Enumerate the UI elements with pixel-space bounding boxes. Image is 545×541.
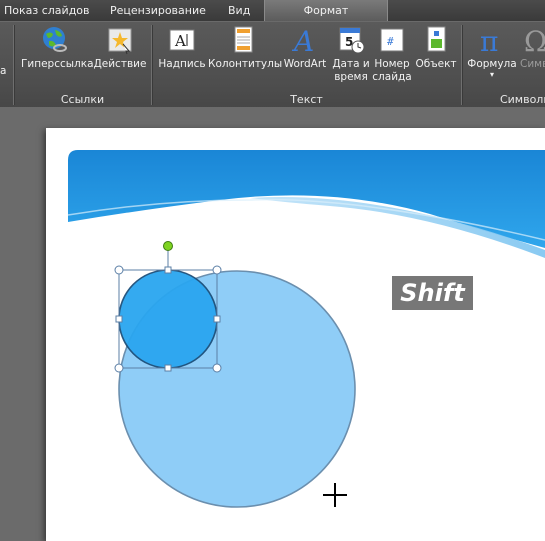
resize-handle[interactable] (114, 265, 124, 275)
resize-handle[interactable] (164, 266, 172, 274)
slide-banner (67, 150, 545, 258)
resize-handle[interactable] (164, 364, 172, 372)
shift-key-hint: Shift (392, 276, 473, 310)
resize-handle[interactable] (213, 315, 221, 323)
resize-handle[interactable] (114, 363, 124, 373)
rotation-handle[interactable] (163, 241, 173, 251)
resize-handle[interactable] (212, 363, 222, 373)
slide-drawing-layer (67, 150, 545, 508)
resize-handle[interactable] (115, 315, 123, 323)
crosshair-cursor-icon (323, 483, 347, 507)
small-circle[interactable] (118, 269, 218, 369)
resize-handle[interactable] (212, 265, 222, 275)
